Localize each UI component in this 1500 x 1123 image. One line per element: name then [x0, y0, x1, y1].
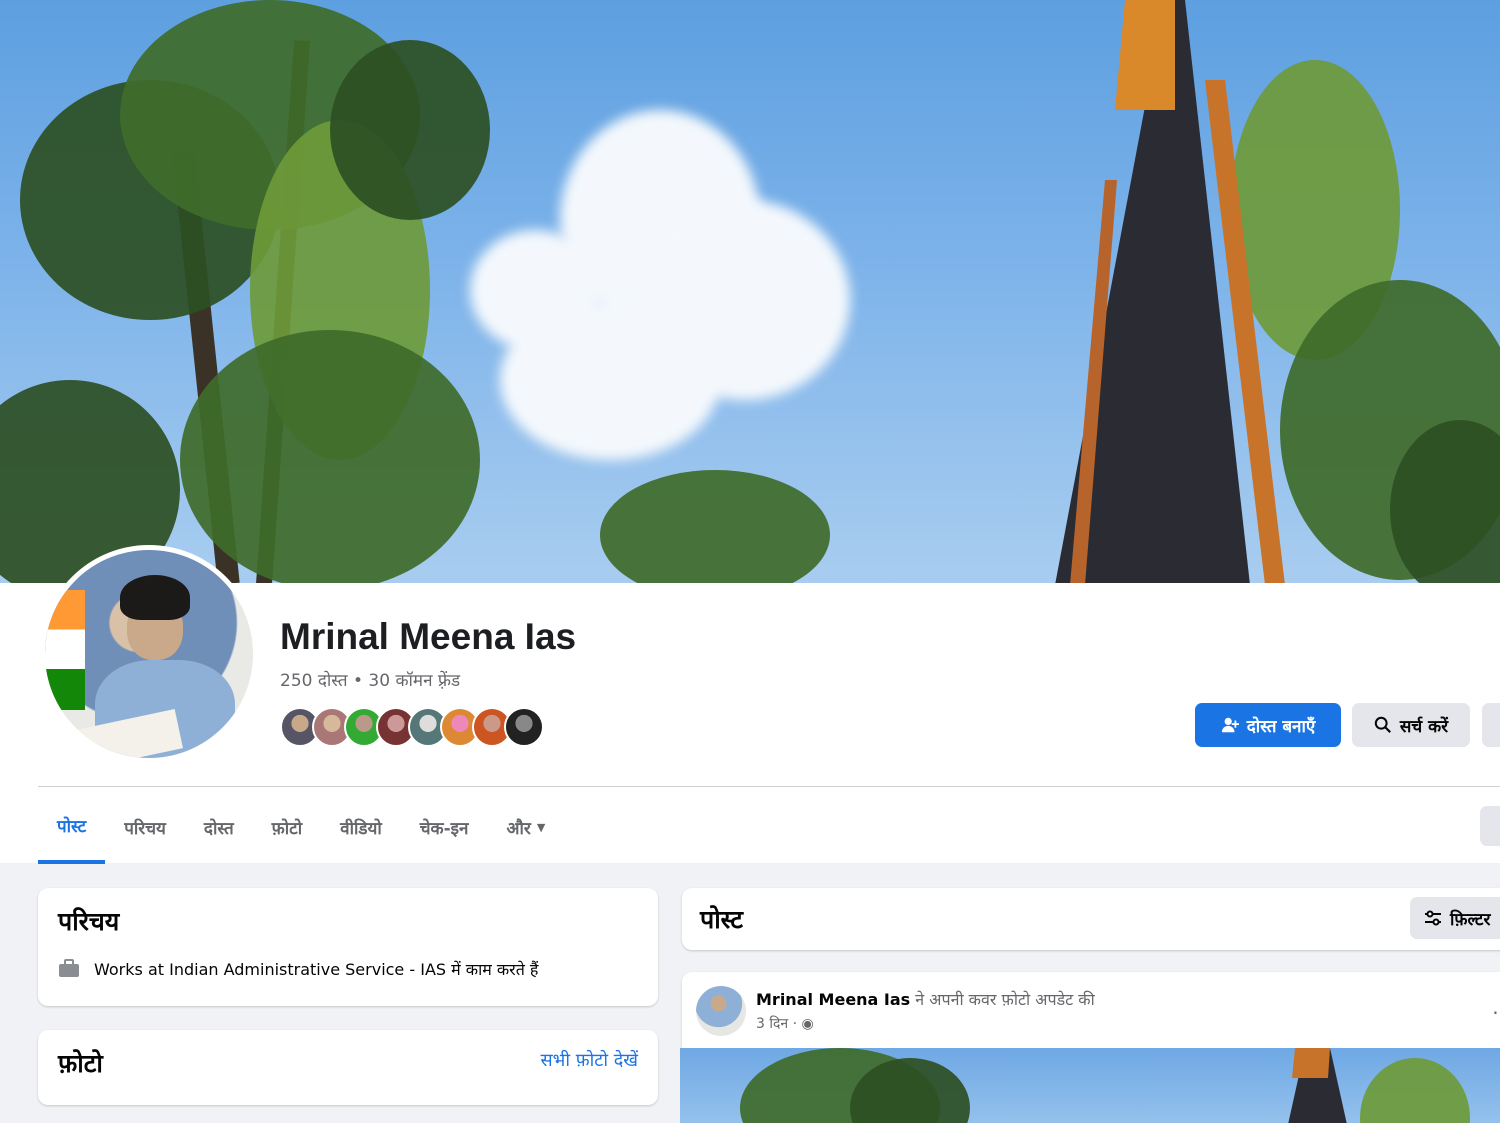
add-friend-icon — [1221, 717, 1239, 733]
search-label: सर्च करें — [1399, 716, 1449, 737]
posts-header-card: पोस्ट फ़िल्टर — [682, 888, 1500, 950]
facebook-profile-page: Mrinal Meena Ias 250 दोस्त • 30 कॉमन फ़्… — [0, 0, 1500, 1123]
filter-button[interactable]: फ़िल्टर — [1410, 897, 1500, 939]
mutual-friends-avatars[interactable] — [280, 707, 544, 747]
work-info: Works at Indian Administrative Service -… — [58, 958, 538, 980]
post-author-name[interactable]: Mrinal Meena Ias — [756, 990, 910, 1009]
post-image[interactable] — [680, 1048, 1500, 1123]
chevron-down-icon: ▼ — [536, 820, 546, 834]
header-divider — [38, 786, 1500, 787]
tab-friends[interactable]: दोस्त — [185, 790, 253, 864]
intro-card: परिचय Works at Indian Administrative Ser… — [38, 888, 658, 1006]
filter-icon — [1425, 910, 1441, 926]
tab-label: परिचय — [124, 818, 166, 839]
tab-photos[interactable]: फ़ोटो — [253, 790, 321, 864]
post-timestamp[interactable]: 3 दिन · ◉ — [756, 1014, 814, 1033]
briefcase-icon — [59, 959, 79, 977]
tab-label: और — [506, 818, 531, 839]
tabs-more-button[interactable] — [1480, 806, 1500, 846]
tab-check-ins[interactable]: चेक-इन — [401, 790, 488, 864]
search-icon — [1374, 716, 1391, 733]
profile-picture[interactable] — [40, 545, 258, 763]
post-header: Mrinal Meena Ias ने अपनी कवर फ़ोटो अपडेट… — [756, 988, 1095, 1010]
filter-label: फ़िल्टर — [1450, 909, 1491, 930]
photos-card: फ़ोटो सभी फ़ोटो देखें — [38, 1030, 658, 1105]
see-all-photos-link[interactable]: सभी फ़ोटो देखें — [541, 1048, 638, 1072]
tab-label: दोस्त — [203, 818, 234, 839]
tab-posts[interactable]: पोस्ट — [38, 790, 106, 864]
mutual-friend-avatar[interactable] — [504, 707, 544, 747]
post-time-text: 3 दिन · — [756, 1016, 798, 1032]
profile-name: Mrinal Meena Ias — [280, 616, 577, 657]
add-friend-button[interactable]: दोस्त बनाएँ — [1195, 703, 1341, 747]
tab-label: वीडियो — [340, 818, 382, 839]
globe-icon: ◉ — [801, 1016, 814, 1032]
tab-label: फ़ोटो — [271, 818, 303, 839]
post-action-text: ने अपनी कवर फ़ोटो अपडेट की — [915, 990, 1095, 1009]
tab-about[interactable]: परिचय — [105, 790, 185, 864]
intro-title: परिचय — [58, 907, 120, 936]
tab-videos[interactable]: वीडियो — [321, 790, 401, 864]
tab-more[interactable]: और ▼ — [487, 790, 564, 864]
profile-tabs: पोस्ट परिचय दोस्त फ़ोटो वीडियो चेक-इन और… — [38, 790, 564, 864]
post-more-icon[interactable]: ⋯ — [1492, 1000, 1500, 1024]
cover-photo[interactable] — [0, 0, 1500, 585]
posts-title: पोस्ट — [700, 905, 744, 934]
tab-label: पोस्ट — [57, 816, 87, 837]
work-text[interactable]: Works at Indian Administrative Service -… — [94, 958, 538, 980]
tab-label: चेक-इन — [419, 818, 469, 839]
memorial-tower-image — [1055, 0, 1285, 585]
add-friend-label: दोस्त बनाएँ — [1246, 716, 1316, 737]
more-options-button[interactable] — [1482, 703, 1500, 747]
post-author-avatar[interactable] — [696, 986, 746, 1036]
post-card: Mrinal Meena Ias ने अपनी कवर फ़ोटो अपडेट… — [680, 972, 1500, 1123]
search-button[interactable]: सर्च करें — [1352, 703, 1470, 747]
friends-count[interactable]: 250 दोस्त • 30 कॉमन फ़्रेंड — [280, 668, 460, 691]
photos-title: फ़ोटो — [58, 1049, 103, 1078]
memorial-tower-image — [1288, 1048, 1347, 1123]
